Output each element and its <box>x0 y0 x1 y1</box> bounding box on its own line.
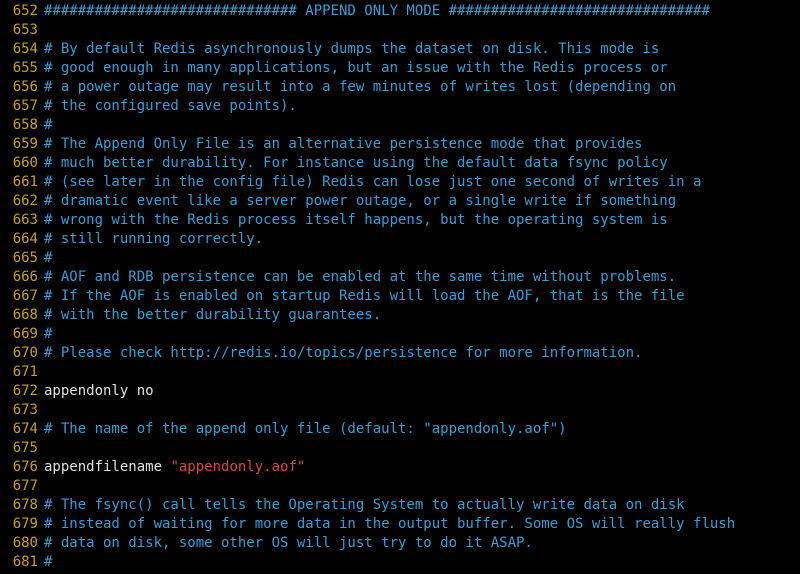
token-comment: # a power outage may result into a few m… <box>44 79 676 95</box>
line-number: 673 <box>0 401 38 420</box>
code-line[interactable]: # The fsync() call tells the Operating S… <box>44 496 800 515</box>
code-line[interactable]: # wrong with the Redis process itself ha… <box>44 211 800 230</box>
code-line[interactable] <box>44 363 800 382</box>
line-number: 660 <box>0 154 38 173</box>
token-comment: # The name of the append only file (defa… <box>44 421 567 437</box>
line-number: 675 <box>0 439 38 458</box>
code-line[interactable]: # <box>44 249 800 268</box>
token-comment: # <box>44 117 52 133</box>
line-number: 671 <box>0 363 38 382</box>
token-comment: # still running correctly. <box>44 231 263 247</box>
line-number: 654 <box>0 40 38 59</box>
code-line[interactable]: # much better durability. For instance u… <box>44 154 800 173</box>
line-number: 663 <box>0 211 38 230</box>
code-line[interactable]: # <box>44 553 800 572</box>
line-number: 669 <box>0 325 38 344</box>
code-line[interactable]: # <box>44 116 800 135</box>
line-number: 659 <box>0 135 38 154</box>
code-line[interactable]: # The name of the append only file (defa… <box>44 420 800 439</box>
token-comment: # wrong with the Redis process itself ha… <box>44 212 668 228</box>
code-line[interactable]: # By default Redis asynchronously dumps … <box>44 40 800 59</box>
code-line[interactable] <box>44 439 800 458</box>
line-number: 676 <box>0 458 38 477</box>
line-number: 674 <box>0 420 38 439</box>
line-number: 681 <box>0 553 38 572</box>
token-comment: # much better durability. For instance u… <box>44 155 668 171</box>
line-number: 679 <box>0 515 38 534</box>
line-number: 672 <box>0 382 38 401</box>
code-line[interactable]: # <box>44 325 800 344</box>
code-line[interactable]: appendfilename "appendonly.aof" <box>44 458 800 477</box>
line-number: 666 <box>0 268 38 287</box>
token-string: "appendonly.aof" <box>170 459 305 475</box>
code-line[interactable]: # (see later in the config file) Redis c… <box>44 173 800 192</box>
code-line[interactable]: # data on disk, some other OS will just … <box>44 534 800 553</box>
line-number: 656 <box>0 78 38 97</box>
token-comment: # If the AOF is enabled on startup Redis… <box>44 288 685 304</box>
token-comment: # The fsync() call tells the Operating S… <box>44 497 685 513</box>
code-line[interactable]: # The Append Only File is an alternative… <box>44 135 800 154</box>
token-plain: appendonly no <box>44 383 154 399</box>
token-comment: # data on disk, some other OS will just … <box>44 535 533 551</box>
token-comment: # The Append Only File is an alternative… <box>44 136 642 152</box>
token-comment: # <box>44 326 52 342</box>
code-line[interactable]: # with the better durability guarantees. <box>44 306 800 325</box>
line-number: 664 <box>0 230 38 249</box>
code-line[interactable]: # Please check http://redis.io/topics/pe… <box>44 344 800 363</box>
line-number: 667 <box>0 287 38 306</box>
token-comment: # Please check http://redis.io/topics/pe… <box>44 345 642 361</box>
code-line[interactable]: ############################## APPEND ON… <box>44 2 800 21</box>
token-comment: # AOF and RDB persistence can be enabled… <box>44 269 676 285</box>
code-area[interactable]: ############################## APPEND ON… <box>44 2 800 572</box>
code-line[interactable]: # If the AOF is enabled on startup Redis… <box>44 287 800 306</box>
line-number: 658 <box>0 116 38 135</box>
token-plain: appendfilename <box>44 459 170 475</box>
token-comment: # instead of waiting for more data in th… <box>44 516 735 532</box>
line-number-gutter: 6526536546556566576586596606616626636646… <box>0 2 44 572</box>
line-number: 653 <box>0 21 38 40</box>
token-comment: # dramatic event like a server power out… <box>44 193 676 209</box>
code-line[interactable]: # good enough in many applications, but … <box>44 59 800 78</box>
line-number: 662 <box>0 192 38 211</box>
token-comment: # <box>44 554 52 570</box>
code-line[interactable] <box>44 21 800 40</box>
token-comment: # with the better durability guarantees. <box>44 307 381 323</box>
code-editor[interactable]: 6526536546556566576586596606616626636646… <box>0 0 800 572</box>
code-line[interactable]: appendonly no <box>44 382 800 401</box>
token-comment: # <box>44 250 52 266</box>
token-comment: # By default Redis asynchronously dumps … <box>44 41 659 57</box>
line-number: 670 <box>0 344 38 363</box>
code-line[interactable]: # AOF and RDB persistence can be enabled… <box>44 268 800 287</box>
token-comment: # (see later in the config file) Redis c… <box>44 174 701 190</box>
line-number: 652 <box>0 2 38 21</box>
token-comment: # the configured save points). <box>44 98 297 114</box>
code-line[interactable] <box>44 477 800 496</box>
code-line[interactable]: # a power outage may result into a few m… <box>44 78 800 97</box>
line-number: 661 <box>0 173 38 192</box>
line-number: 680 <box>0 534 38 553</box>
code-line[interactable]: # dramatic event like a server power out… <box>44 192 800 211</box>
token-comment: # good enough in many applications, but … <box>44 60 668 76</box>
line-number: 668 <box>0 306 38 325</box>
line-number: 677 <box>0 477 38 496</box>
code-line[interactable]: # the configured save points). <box>44 97 800 116</box>
code-line[interactable]: # still running correctly. <box>44 230 800 249</box>
line-number: 678 <box>0 496 38 515</box>
token-comment: ############################## APPEND ON… <box>44 3 710 19</box>
code-line[interactable] <box>44 401 800 420</box>
line-number: 665 <box>0 249 38 268</box>
code-line[interactable]: # instead of waiting for more data in th… <box>44 515 800 534</box>
line-number: 657 <box>0 97 38 116</box>
line-number: 655 <box>0 59 38 78</box>
